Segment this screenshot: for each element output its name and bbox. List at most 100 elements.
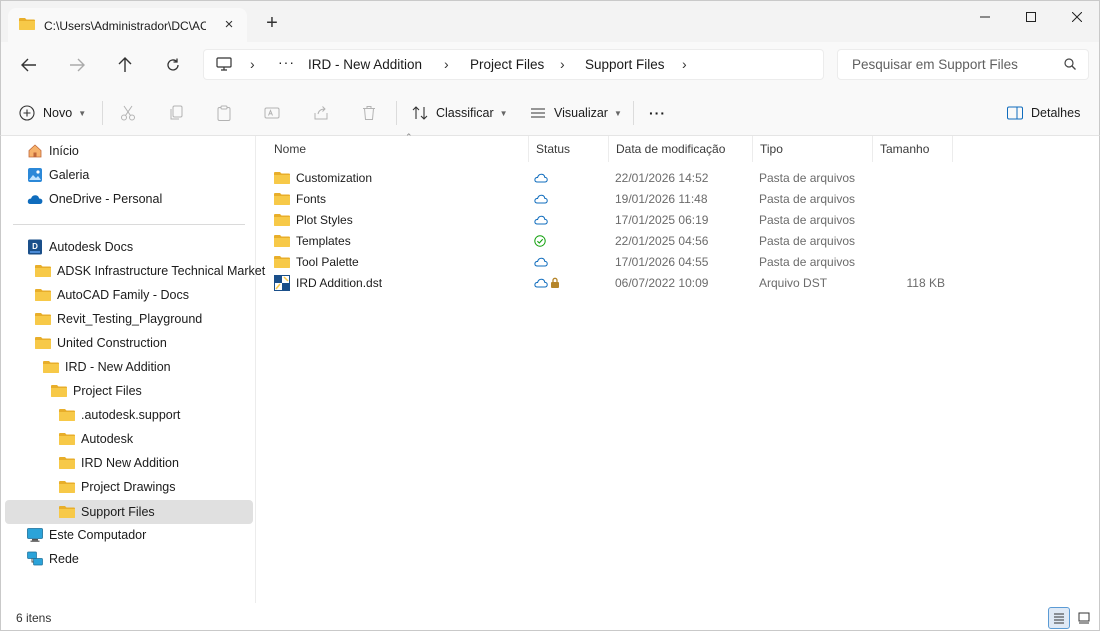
search-input[interactable] — [852, 57, 1052, 72]
sidebar-item-ird-new-addition-sub[interactable]: IRD New Addition — [59, 451, 249, 475]
up-button[interactable] — [111, 51, 139, 79]
breadcrumb-ird-new-addition[interactable]: IRD - New Addition — [308, 57, 422, 72]
file-row[interactable]: IRD Addition.dst 06/07/2022 10:09 Arquiv… — [269, 272, 959, 293]
sidebar-item-revit-testing[interactable]: Revit_Testing_Playground — [35, 307, 255, 331]
view-button[interactable]: Visualizar ▼ — [530, 102, 622, 124]
maximize-icon — [1026, 12, 1036, 22]
sidebar-item-este-computador[interactable]: Este Computador — [27, 523, 247, 547]
more-options-button[interactable]: ··· — [649, 102, 666, 124]
refresh-icon — [167, 58, 179, 71]
back-button[interactable] — [15, 51, 43, 79]
column-header-label: Status — [536, 142, 571, 156]
sidebar-item-adsk-infrastructure[interactable]: ADSK Infrastructure Technical Market — [35, 259, 265, 283]
sidebar-item-onedrive[interactable]: OneDrive - Personal — [27, 187, 247, 211]
sidebar-item-autocad-family[interactable]: AutoCAD Family - Docs — [35, 283, 255, 307]
breadcrumb-separator[interactable]: › — [250, 56, 255, 72]
sidebar-item-support-files[interactable]: Support Files — [5, 500, 253, 524]
breadcrumb-overflow-button[interactable]: ··· — [278, 54, 295, 70]
share-button[interactable] — [313, 102, 329, 124]
rename-icon — [264, 107, 280, 119]
explorer-tab[interactable]: C:\Users\Administrador\DC\ACCDocs\Autode… — [8, 8, 247, 43]
new-button[interactable]: Novo ▼ — [19, 102, 86, 124]
close-window-button[interactable] — [1054, 1, 1100, 33]
breadcrumb-separator[interactable]: › — [444, 56, 449, 72]
folder-icon — [274, 234, 290, 248]
new-tab-button[interactable]: + — [262, 13, 282, 33]
column-header-status[interactable]: Status — [529, 136, 609, 162]
toolbar-divider — [102, 101, 103, 125]
sidebar-item-rede[interactable]: Rede — [27, 547, 247, 571]
file-row[interactable]: Templates 22/01/2025 04:56 Pasta de arqu… — [269, 230, 959, 251]
title-bar: C:\Users\Administrador\DC\ACCDocs\Autode… — [0, 0, 1100, 43]
sidebar-item-label: Início — [49, 144, 79, 158]
file-modified: 17/01/2026 04:55 — [615, 254, 709, 269]
file-name-cell: Customization — [274, 167, 372, 188]
file-name: Fonts — [296, 191, 327, 206]
file-name: IRD Addition.dst — [296, 275, 383, 290]
file-row[interactable]: Fonts 19/01/2026 11:48 Pasta de arquivos — [269, 188, 959, 209]
file-type: Arquivo DST — [759, 275, 828, 290]
details-pane-button[interactable]: Detalhes — [1007, 102, 1080, 124]
new-label: Novo — [43, 106, 73, 120]
sort-label: Classificar — [436, 106, 494, 120]
breadcrumb-support-files[interactable]: Support Files — [585, 57, 665, 72]
folder-icon — [274, 192, 290, 206]
sidebar-item-united-construction[interactable]: United Construction — [35, 331, 255, 355]
file-type: Pasta de arquivos — [759, 212, 856, 227]
file-size — [909, 230, 945, 251]
folder-icon — [35, 311, 51, 327]
breadcrumb-separator[interactable]: › — [682, 56, 687, 72]
delete-button[interactable] — [361, 102, 377, 124]
breadcrumb-project-files[interactable]: Project Files — [470, 57, 544, 72]
search-icon[interactable] — [1064, 58, 1076, 73]
sidebar-item-galeria[interactable]: Galeria — [27, 163, 247, 187]
file-type: Pasta de arquivos — [759, 233, 856, 248]
sidebar-item-autodesk-support[interactable]: .autodesk.support — [59, 403, 249, 427]
sidebar-item-project-files[interactable]: Project Files — [51, 379, 251, 403]
network-icon — [27, 551, 43, 567]
file-modified: 06/07/2022 10:09 — [615, 275, 709, 290]
maximize-button[interactable] — [1008, 1, 1054, 33]
file-size — [909, 167, 945, 188]
toolbar-divider — [633, 101, 634, 125]
folder-icon — [35, 263, 51, 279]
minimize-icon — [980, 16, 990, 18]
rename-button[interactable] — [264, 102, 280, 124]
file-row[interactable]: Tool Palette 17/01/2026 04:55 Pasta de a… — [269, 251, 959, 272]
column-header-label: Nome — [274, 142, 307, 156]
folder-icon — [35, 287, 51, 303]
file-name-cell: IRD Addition.dst — [274, 272, 382, 293]
column-header-size[interactable]: Tamanho — [873, 136, 953, 162]
breadcrumb-separator[interactable]: › — [560, 56, 565, 72]
sidebar-item-project-drawings[interactable]: Project Drawings — [59, 475, 249, 499]
folder-icon — [43, 359, 59, 375]
paste-button[interactable] — [216, 102, 232, 124]
refresh-button[interactable] — [159, 51, 187, 79]
sidebar-item-ird-new-addition[interactable]: IRD - New Addition — [43, 355, 253, 379]
column-header-type[interactable]: Tipo — [753, 136, 873, 162]
sidebar-item-autodesk[interactable]: Autodesk — [59, 427, 249, 451]
copy-button[interactable] — [168, 102, 184, 124]
details-view-button[interactable] — [1048, 607, 1070, 629]
forward-button[interactable] — [63, 51, 91, 79]
svg-text:D: D — [32, 242, 38, 251]
sort-button[interactable]: Classificar ▼ — [412, 102, 508, 124]
column-header-name[interactable]: Nome ⌃ — [267, 132, 529, 162]
search-box[interactable] — [837, 49, 1089, 80]
file-modified: 22/01/2026 14:52 — [615, 170, 709, 185]
file-row[interactable]: Plot Styles 17/01/2025 06:19 Pasta de ar… — [269, 209, 959, 230]
minimize-button[interactable] — [962, 1, 1008, 33]
column-header-modified[interactable]: Data de modificação — [609, 136, 753, 162]
address-bar[interactable]: › ··· IRD - New Addition › Project Files… — [203, 49, 824, 80]
onedrive-icon — [27, 191, 43, 207]
home-icon — [27, 143, 43, 159]
folder-icon — [274, 255, 290, 269]
close-tab-button[interactable]: × — [220, 16, 238, 34]
tiles-view-icon — [1078, 612, 1090, 624]
navigation-pane: Início Galeria OneDrive - Personal D Aut… — [1, 136, 265, 603]
sidebar-item-autodesk-docs[interactable]: D Autodesk Docs — [27, 235, 247, 259]
tiles-view-button[interactable] — [1073, 607, 1095, 629]
sidebar-item-inicio[interactable]: Início — [27, 139, 247, 163]
cut-button[interactable] — [120, 102, 136, 124]
file-row[interactable]: Customization 22/01/2026 14:52 Pasta de … — [269, 167, 959, 188]
